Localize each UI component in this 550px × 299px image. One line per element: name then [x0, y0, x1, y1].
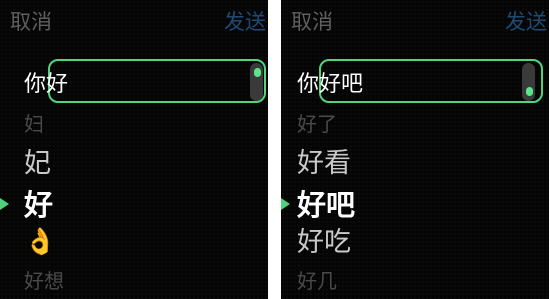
candidate-item-selected[interactable]: 好吧 [297, 191, 355, 220]
watch-screen-left: 取消 发送 你好 妇 妃 好 👌 好想 [0, 0, 268, 299]
candidate-item-selected[interactable]: 好 [24, 191, 53, 220]
candidate-item[interactable]: 妇 [24, 114, 44, 134]
compose-text: 你好 [24, 72, 69, 97]
candidate-item[interactable]: 妃 [24, 150, 51, 177]
send-button[interactable]: 发送 [224, 6, 266, 36]
candidate-item[interactable]: 好了 [297, 114, 337, 134]
send-button[interactable]: 发送 [505, 6, 547, 36]
cancel-button[interactable]: 取消 [291, 6, 333, 36]
compose-text: 你好吧 [297, 72, 364, 97]
selection-arrow-icon [281, 198, 290, 210]
selection-arrow-icon [0, 198, 9, 210]
cancel-button[interactable]: 取消 [10, 6, 52, 36]
watch-screen-right: 取消 发送 你好吧 好了 好看 好吧 好吃 好几 [281, 0, 549, 299]
compose-scrollbar[interactable] [522, 63, 535, 101]
compose-field[interactable] [48, 59, 266, 103]
candidate-item[interactable]: 好看 [297, 150, 351, 177]
ok-hand-emoji-icon[interactable]: 👌 [24, 229, 56, 255]
scroll-thumb[interactable] [526, 87, 533, 96]
candidate-item[interactable]: 好想 [24, 271, 64, 291]
candidate-item[interactable]: 好几 [297, 271, 337, 291]
scroll-thumb[interactable] [254, 68, 261, 77]
compose-scrollbar[interactable] [250, 63, 263, 101]
candidate-item[interactable]: 好吃 [297, 229, 351, 256]
